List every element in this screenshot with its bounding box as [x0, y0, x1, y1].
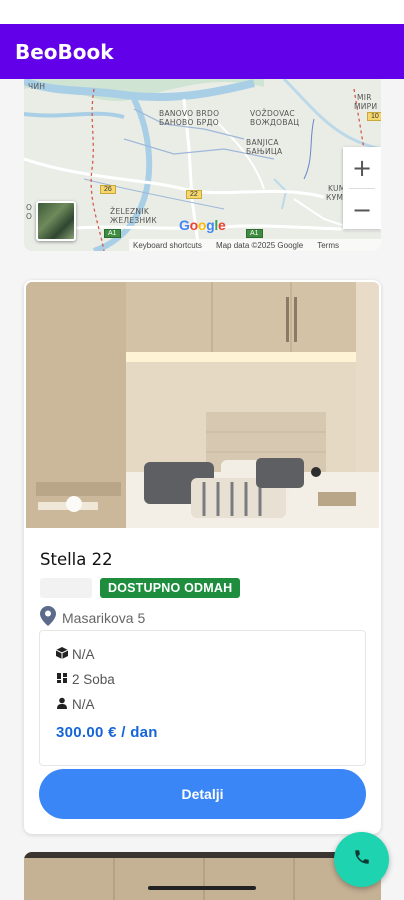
map-label: ВОЖДОВАЦ [250, 118, 300, 127]
listing-address: Masarikova 5 [62, 609, 146, 626]
map-label: BANJICA [246, 138, 279, 147]
map-layer-toggle[interactable] [36, 201, 76, 241]
guests-value: N/A [72, 697, 95, 712]
map-label: О [26, 212, 33, 221]
zoom-out-button[interactable]: − [343, 189, 381, 230]
road-shield: 26 [100, 185, 116, 194]
map-label: БАЊИЦА [246, 147, 283, 156]
person-icon [56, 697, 68, 712]
availability-badge: DOSTUPNO ODMAH [100, 578, 241, 598]
listing-title: Stella 22 [40, 550, 113, 569]
map-label: O [26, 203, 33, 212]
map-label: BANOVO BRDO [159, 109, 220, 118]
cube-icon [55, 647, 69, 662]
home-indicator [148, 886, 256, 890]
details-button[interactable]: Detalji [39, 769, 366, 819]
zoom-control: + − [343, 147, 381, 229]
listing-card-next[interactable] [24, 852, 381, 900]
terms-link[interactable]: Terms [317, 241, 339, 250]
keyboard-shortcuts-link[interactable]: Keyboard shortcuts [133, 241, 202, 250]
rooms-icon [56, 672, 68, 687]
app-bar: BeoBook [0, 24, 404, 79]
map-label: БАНОВО БРДО [159, 118, 219, 127]
zoom-in-button[interactable]: + [343, 147, 381, 188]
size-row: N/A [55, 647, 95, 662]
status-badge-placeholder [40, 578, 92, 598]
road-shield: A1 [104, 229, 121, 238]
map-attribution: Keyboard shortcuts Map data ©2025 Google… [129, 239, 381, 251]
road-shield: A1 [246, 229, 263, 238]
status-bar [0, 0, 404, 24]
google-logo: Google [179, 217, 226, 233]
map-label: ЖЕЛЕЗНИК [110, 216, 157, 225]
rooms-row: 2 Soba [56, 672, 115, 687]
map-pin-icon [40, 606, 56, 629]
size-value: N/A [72, 647, 95, 662]
map-label: VOŽDOVAC [250, 109, 295, 118]
map-view[interactable]: ЧИН BANOVO BRDO БАНОВО БРДО VOŽDOVAC ВОЖ… [24, 79, 381, 251]
call-button[interactable] [334, 832, 389, 887]
map-label: MIR [357, 93, 372, 102]
map-data-attribution: Map data ©2025 Google [215, 240, 304, 250]
app-title: BeoBook [15, 39, 114, 64]
rooms-value: 2 Soba [72, 672, 115, 687]
map-label: МИРИ [354, 102, 378, 111]
listing-price: 300.00 € / dan [56, 724, 158, 741]
map-label: ŽELEZNIK [110, 207, 150, 216]
map-label: ЧИН [28, 82, 46, 91]
guests-row: N/A [56, 697, 95, 712]
details-box: N/A 2 Soba N/A 300.00 € / dan [39, 630, 366, 766]
listing-photo [24, 852, 381, 900]
road-shield: 22 [186, 190, 202, 199]
road-shield: 10 [367, 112, 381, 121]
listing-photo [26, 282, 379, 528]
phone-icon [353, 848, 371, 871]
address-row: Masarikova 5 [40, 606, 145, 629]
listing-card[interactable]: Stella 22 DOSTUPNO ODMAH Masarikova 5 N/… [24, 280, 381, 834]
